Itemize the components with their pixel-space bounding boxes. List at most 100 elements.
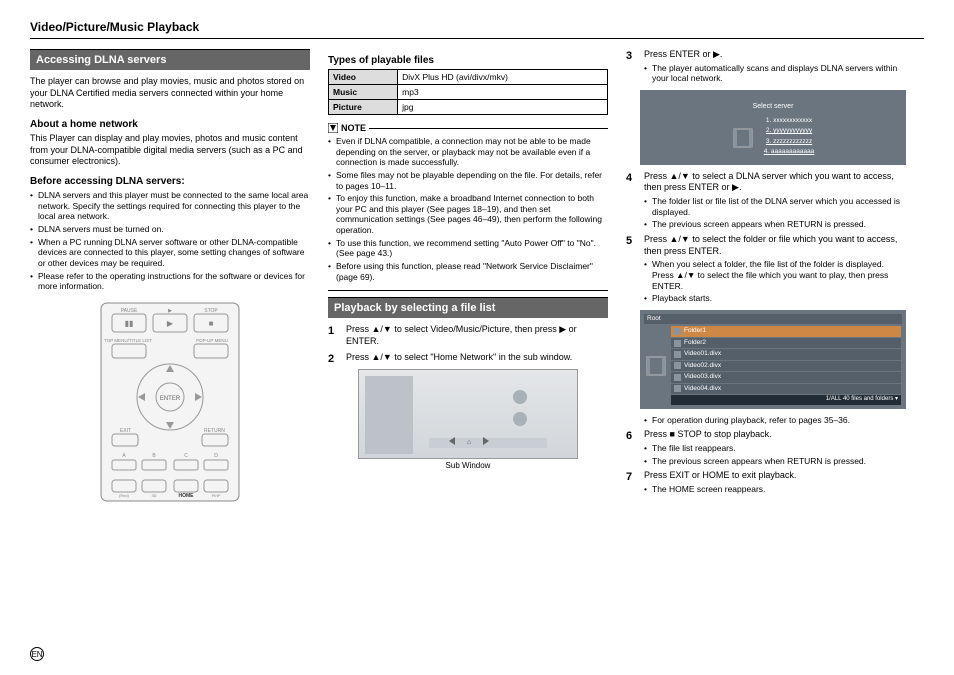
step6-sub: The previous screen appears when RETURN …: [644, 456, 906, 467]
folder-icon: [674, 328, 681, 335]
playback-steps: Press ▲/▼ to select Video/Music/Picture,…: [328, 324, 608, 363]
select-server-screen: Select server 1. xxxxxxxxxxxx 2. yyyyyyy…: [640, 90, 906, 165]
step-1: Press ▲/▼ to select Video/Music/Picture,…: [328, 324, 608, 347]
folder-icon: [674, 340, 681, 347]
intro-text: The player can browse and play movies, m…: [30, 76, 310, 111]
note-icon: [328, 123, 338, 133]
step-4: Press ▲/▼ to select a DLNA server which …: [626, 171, 906, 230]
before-bullet: DLNA servers must be turned on.: [30, 224, 310, 235]
step-2-text: Press ▲/▼ to select "Home Network" in th…: [346, 352, 572, 362]
step-5: Press ▲/▼ to select the folder or file w…: [626, 234, 906, 425]
before-bullets: DLNA servers and this player must be con…: [30, 190, 310, 292]
svg-text:C: C: [184, 453, 188, 459]
note-bullet: Even if DLNA compatible, a connection ma…: [328, 136, 608, 168]
svg-text:PAUSE: PAUSE: [121, 308, 138, 314]
step6-sub: The file list reappears.: [644, 443, 906, 454]
server-item: 1. xxxxxxxxxxxx: [764, 117, 815, 125]
svg-text:⌂: ⌂: [467, 439, 471, 446]
types-key: Music: [329, 85, 398, 100]
file-item: Video03.divx: [671, 372, 901, 382]
note-bullets: Even if DLNA compatible, a connection ma…: [328, 136, 608, 282]
step7-sub: The HOME screen reappears.: [644, 484, 906, 495]
svg-text:D: D: [214, 453, 218, 459]
step-5-text: Press ▲/▼ to select the folder or file w…: [644, 234, 897, 256]
step-7: Press EXIT or HOME to exit playback. The…: [626, 470, 906, 494]
step-6: Press ■ STOP to stop playback. The file …: [626, 429, 906, 466]
svg-text:▶: ▶: [167, 319, 174, 328]
server-item: 3. zzzzzzzzzzzz: [764, 138, 815, 146]
svg-text:▮▮: ▮▮: [125, 319, 134, 328]
svg-text:■: ■: [209, 319, 214, 328]
note-bullet: Some files may not be playable depending…: [328, 170, 608, 191]
types-head: Types of playable files: [328, 55, 608, 66]
column-2: Types of playable files VideoDivX Plus H…: [328, 49, 608, 502]
subwin-caption: Sub Window: [328, 461, 608, 470]
svg-text:TOP MENU/TITLE LIST: TOP MENU/TITLE LIST: [104, 338, 152, 343]
note-bullet: Before using this function, please read …: [328, 261, 608, 282]
note-label: NOTE: [341, 123, 366, 133]
section-playback: Playback by selecting a file list: [328, 297, 608, 318]
content-columns: Accessing DLNA servers The player can br…: [30, 49, 924, 502]
steps-continued: Press ENTER or ▶. The player automatical…: [626, 49, 906, 495]
column-1: Accessing DLNA servers The player can br…: [30, 49, 310, 502]
svg-text:RETURN: RETURN: [204, 428, 225, 434]
svg-text:▶: ▶: [168, 308, 172, 314]
file-name: Video03.divx: [684, 373, 721, 381]
root-title: Root: [644, 314, 902, 324]
divider: [328, 290, 608, 291]
step5-sub: Playback starts.: [644, 293, 906, 304]
before-bullet: When a PC running DLNA server software o…: [30, 237, 310, 269]
step4-sub: The previous screen appears when RETURN …: [644, 219, 906, 230]
types-key: Video: [329, 70, 398, 85]
step-6-text: Press ■ STOP to stop playback.: [644, 429, 772, 439]
types-table: VideoDivX Plus HD (avi/divx/mkv) Musicmp…: [328, 69, 608, 115]
file-item: Video04.divx: [671, 384, 901, 394]
step-3: Press ENTER or ▶. The player automatical…: [626, 49, 906, 165]
step-1-text: Press ▲/▼ to select Video/Music/Picture,…: [346, 324, 577, 346]
svg-text:ENTER: ENTER: [160, 396, 181, 402]
file-name: Video02.divx: [684, 362, 721, 370]
page-language-badge: EN: [30, 647, 44, 661]
file-name: Folder1: [684, 327, 706, 335]
before-head: Before accessing DLNA servers:: [30, 176, 310, 187]
types-key: Picture: [329, 100, 398, 115]
file-icon: [674, 362, 681, 369]
step4-sub: The folder list or file list of the DLNA…: [644, 196, 906, 217]
remote-control-illustration: PAUSE ▶ STOP ▮▮ ▶ ■ TOP MENU/TITLE LIST …: [100, 302, 240, 502]
step5-sub: When you select a folder, the file list …: [644, 259, 906, 291]
svg-text:3D: 3D: [151, 493, 156, 498]
note-header: NOTE: [328, 123, 608, 133]
step-3-text: Press ENTER or ▶.: [644, 49, 722, 59]
file-name: Video01.divx: [684, 350, 721, 358]
types-val: mp3: [398, 85, 608, 100]
note-bullet: To enjoy this function, make a broadband…: [328, 193, 608, 236]
file-icon: [674, 374, 681, 381]
column-3: Press ENTER or ▶. The player automatical…: [626, 49, 906, 502]
step-2: Press ▲/▼ to select "Home Network" in th…: [328, 352, 608, 364]
before-bullet: DLNA servers and this player must be con…: [30, 190, 310, 222]
file-item: Video02.divx: [671, 361, 901, 371]
step-4-text: Press ▲/▼ to select a DLNA server which …: [644, 171, 894, 193]
file-icon: [674, 385, 681, 392]
svg-text:PinP: PinP: [212, 493, 221, 498]
types-val: jpg: [398, 100, 608, 115]
file-item: Folder2: [671, 338, 901, 348]
select-server-title: Select server: [646, 102, 900, 111]
sub-window-illustration: ⌂: [358, 369, 578, 459]
film-icon: [732, 127, 754, 149]
step3-sub: The player automatically scans and displ…: [644, 63, 906, 84]
svg-text:EXIT: EXIT: [120, 428, 131, 434]
file-item: Folder1: [671, 326, 901, 336]
about-head: About a home network: [30, 119, 310, 130]
svg-text:(Red): (Red): [119, 493, 130, 498]
types-val: DivX Plus HD (avi/divx/mkv): [398, 70, 608, 85]
file-icon: [674, 351, 681, 358]
step-7-text: Press EXIT or HOME to exit playback.: [644, 470, 796, 480]
file-name: Video04.divx: [684, 385, 721, 393]
before-bullet: Please refer to the operating instructio…: [30, 271, 310, 292]
nav-arrows-icon: ⌂: [449, 436, 489, 446]
server-item: 2. yyyyyyyyyyyy: [764, 127, 815, 135]
page-title: Video/Picture/Music Playback: [30, 20, 924, 34]
svg-text:STOP: STOP: [204, 308, 218, 314]
server-item: 4. aaaaaaaaaaaa: [764, 148, 815, 156]
